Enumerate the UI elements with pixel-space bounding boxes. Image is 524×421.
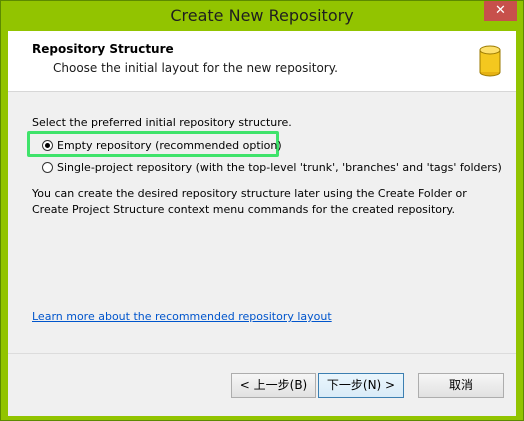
radio-single-project[interactable] [42,161,53,173]
window-frame-left [1,31,8,414]
page-title: Repository Structure [32,42,174,56]
cancel-button[interactable]: 取消 [418,373,504,398]
wizard-content: Select the preferred initial repository … [8,92,516,392]
close-icon: ✕ [495,3,506,18]
window-title: Create New Repository [170,6,354,25]
dialog-window: Create New Repository ✕ Repository Struc… [0,0,524,421]
option-single-project[interactable]: Single-project repository (with the top-… [42,159,502,175]
learn-more-link[interactable]: Learn more about the recommended reposit… [32,310,332,323]
close-button[interactable]: ✕ [484,1,517,21]
window-frame-right [516,31,523,414]
info-text: You can create the desired repository st… [32,187,467,216]
next-button[interactable]: 下一步(N) > [318,373,404,398]
option-single-label: Single-project repository (with the top-… [57,160,502,174]
database-icon [479,45,501,77]
button-bar: < 上一步(B) 下一步(N) > 取消 [8,353,516,416]
option-empty-repository[interactable]: Empty repository (recommended option) [42,137,282,153]
title-bar[interactable]: Create New Repository ✕ [1,1,523,31]
radio-empty-repository[interactable] [42,139,53,151]
structure-prompt: Select the preferred initial repository … [32,116,292,129]
back-button[interactable]: < 上一步(B) [231,373,316,398]
page-subtitle: Choose the initial layout for the new re… [53,61,338,75]
wizard-header: Repository Structure Choose the initial … [8,31,516,92]
option-empty-label: Empty repository (recommended option) [57,138,282,152]
